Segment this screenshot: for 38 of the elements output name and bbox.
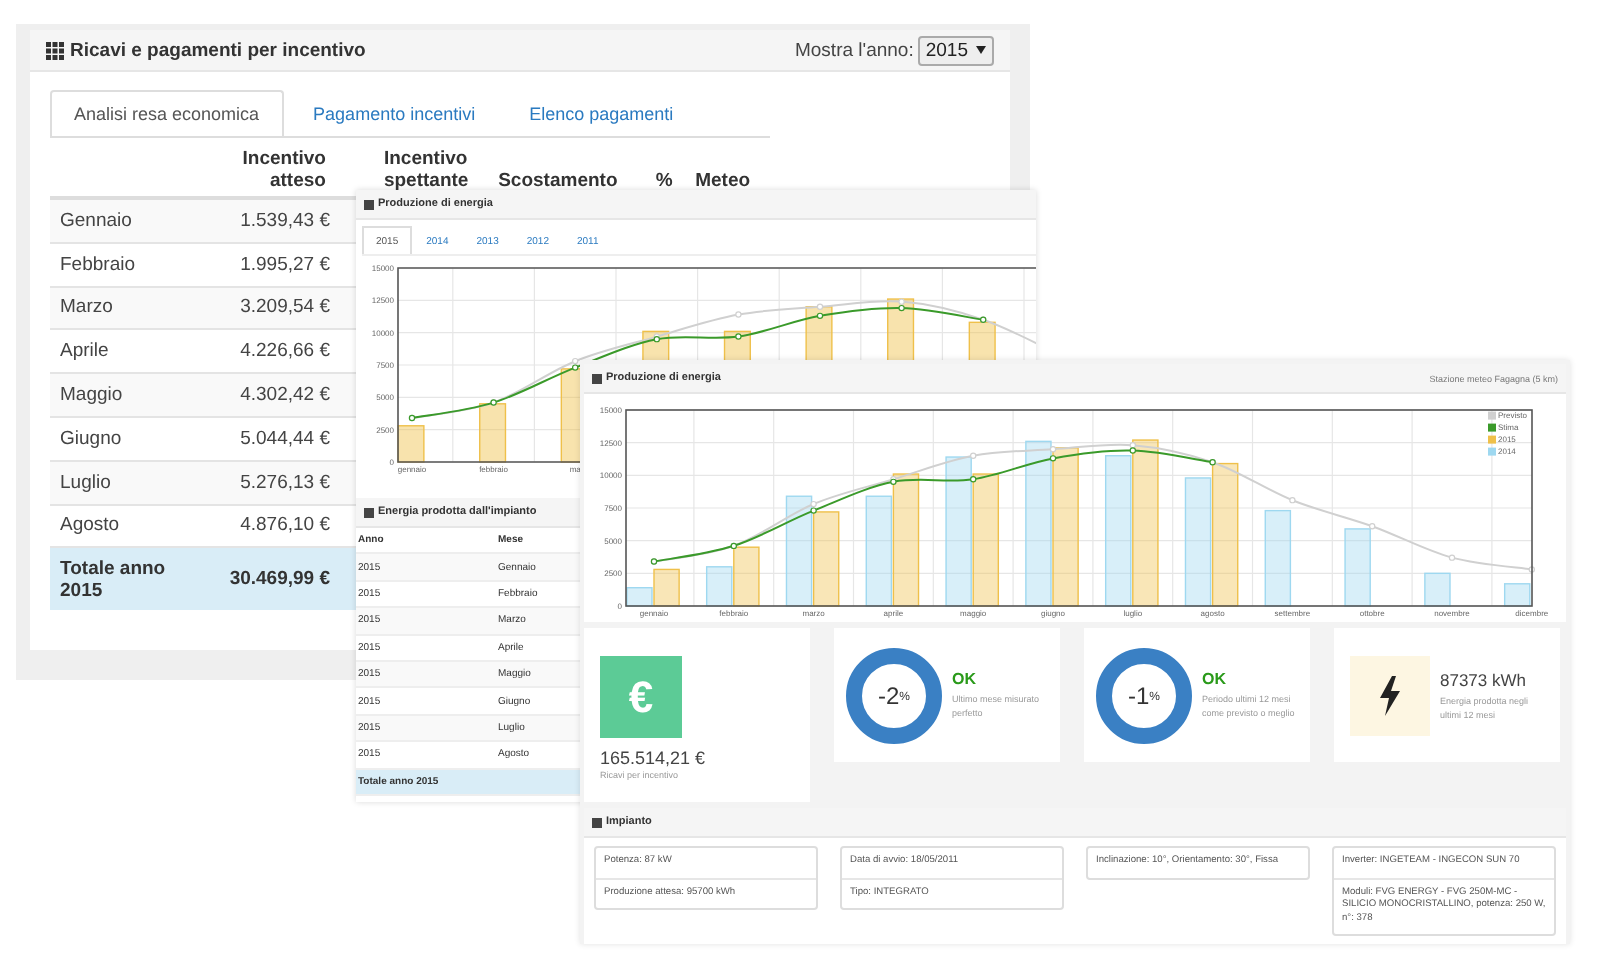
- month-cell-text: Giugno: [58, 427, 124, 450]
- year-label: Mostra l'anno:: [794, 39, 914, 61]
- stat-value: 165.514,21 €: [600, 748, 706, 768]
- amount-cell-text: 4.302,42 €: [238, 384, 330, 407]
- month-cell-text: Marzo: [58, 296, 115, 319]
- currency-symbol: €: [628, 671, 654, 723]
- amount-cell-text: 3.209,54 €: [238, 296, 330, 319]
- stat-value: 87373 kWh: [1440, 669, 1528, 689]
- tab[interactable]: Elenco pagamenti: [505, 90, 698, 136]
- column-header: Scostamento: [498, 170, 620, 192]
- column-header: Incentivo atteso: [240, 148, 326, 192]
- month-cell-text: Aprile: [58, 340, 111, 363]
- status-label: OK: [1202, 670, 1228, 688]
- month-cell-text: Febbraio: [58, 253, 137, 276]
- panel-title: Ricavi e pagamenti per incentivo: [70, 39, 366, 61]
- amount-cell-text: 4.876,10 €: [238, 514, 330, 537]
- amount-cell-text: 1.539,43 €: [238, 209, 330, 232]
- month-cell-text: Luglio: [58, 471, 113, 494]
- column-header: Incentivo spettante: [381, 148, 471, 192]
- month-cell-text: Agosto: [58, 514, 122, 537]
- amount-cell-text: 5.276,13 €: [238, 471, 330, 494]
- caret-icon: [976, 46, 986, 54]
- status-label: OK: [952, 670, 978, 688]
- amount-cell-text: 4.226,66 €: [238, 340, 330, 363]
- column-header: %: [655, 170, 675, 192]
- lightning-bolt-icon: [1378, 675, 1402, 715]
- percent-value: -1: [1127, 681, 1150, 709]
- total-amount: 30.469,99 €: [227, 568, 330, 591]
- column-header: Meteo: [695, 170, 753, 192]
- year-select[interactable]: 2015: [917, 35, 994, 65]
- amount-cell-text: 5.044,44 €: [238, 427, 330, 450]
- amount-cell-text: 1.995,27 €: [238, 253, 330, 276]
- percent-value: -2: [877, 681, 900, 709]
- month-cell-text: Maggio: [58, 384, 125, 407]
- tab[interactable]: Pagamento incentivi: [289, 90, 500, 136]
- tab[interactable]: Analisi resa economica: [50, 90, 284, 136]
- total-label: Totale anno 2015: [58, 557, 168, 602]
- month-cell-text: Gennaio: [58, 209, 134, 232]
